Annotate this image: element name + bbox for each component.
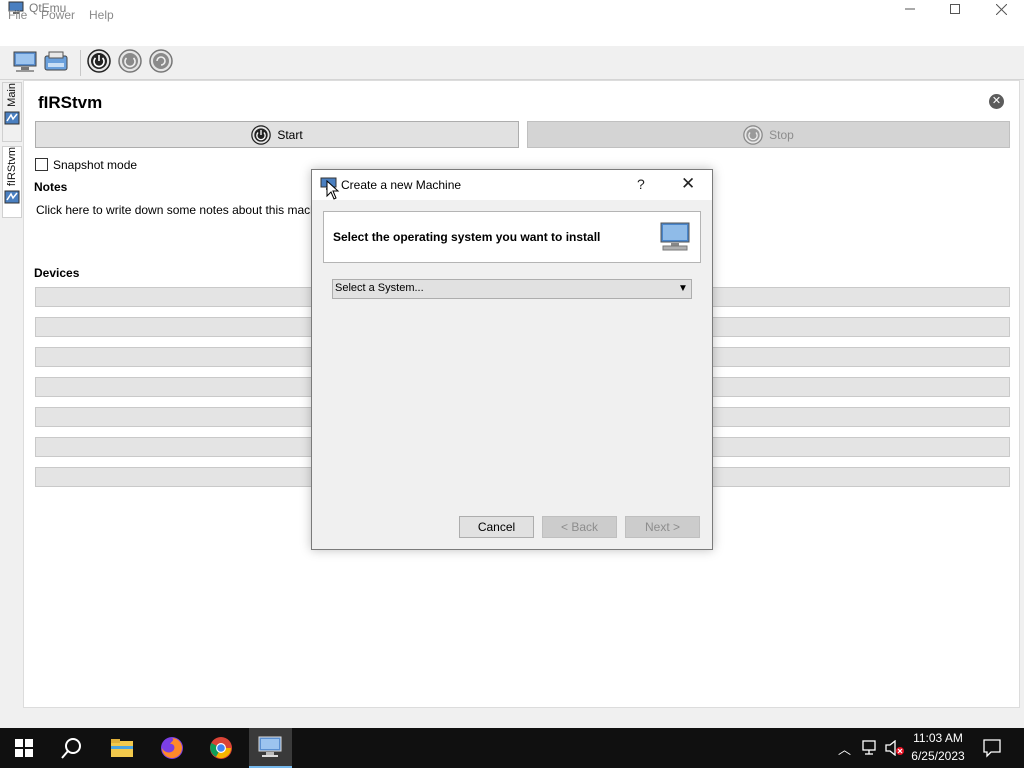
close-vm-tab-button[interactable]: ✕ <box>989 94 1004 109</box>
menu-power[interactable]: Power <box>41 8 75 22</box>
menu-bar <box>0 18 1024 46</box>
taskbar-clock-date[interactable]: 6/25/2023 <box>905 749 971 763</box>
dialog-title: Create a new Machine <box>341 178 462 192</box>
maximize-icon <box>950 4 960 14</box>
vm-tab-icon <box>4 190 20 204</box>
chrome-icon <box>210 737 232 759</box>
shutdown-icon <box>118 49 142 73</box>
notes-field[interactable]: Click here to write down some notes abou… <box>36 203 336 217</box>
qtemu-taskbar-icon <box>258 736 282 757</box>
chevron-down-icon: ▼ <box>678 283 688 294</box>
start-label: Start <box>277 127 303 142</box>
shutdown-icon <box>743 124 763 145</box>
dialog-close-button[interactable]: ✕ <box>681 174 695 194</box>
new-machine-icon <box>13 51 37 72</box>
stop-button[interactable]: Stop <box>527 121 1010 148</box>
menu-help[interactable]: Help <box>89 8 114 22</box>
dialog-help-button[interactable]: ? <box>637 176 645 192</box>
reset-button[interactable] <box>147 47 175 75</box>
computer-icon <box>660 222 690 251</box>
firefox-button[interactable] <box>158 734 186 762</box>
power-on-button[interactable] <box>85 47 113 75</box>
close-circle-icon: ✕ <box>991 95 1002 107</box>
new-machine-button[interactable] <box>11 48 39 76</box>
snapshot-mode-checkbox[interactable] <box>35 158 48 171</box>
shutdown-button[interactable] <box>116 47 144 75</box>
notes-heading: Notes <box>34 180 68 194</box>
firefox-icon <box>161 737 183 759</box>
taskbar-clock-time[interactable]: 11:03 AM <box>905 731 971 745</box>
title-bar <box>0 0 1024 18</box>
search-button[interactable] <box>58 734 86 762</box>
chrome-button[interactable] <box>207 734 235 762</box>
volume-muted-icon[interactable] <box>885 740 905 756</box>
open-machine-button[interactable] <box>42 48 70 76</box>
search-icon <box>61 738 81 759</box>
minimize-button[interactable] <box>887 0 933 18</box>
file-explorer-icon <box>111 739 133 757</box>
tab-main[interactable]: Main <box>2 82 22 142</box>
file-explorer-button[interactable] <box>108 734 136 762</box>
vm-name-heading: fIRStvm <box>38 93 103 112</box>
mouse-cursor-icon <box>326 180 340 200</box>
network-icon[interactable] <box>862 740 880 756</box>
cancel-button[interactable]: Cancel <box>459 516 534 538</box>
main-tab-icon <box>4 111 20 125</box>
dialog-header-text: Select the operating system you want to … <box>333 230 601 244</box>
close-window-button[interactable] <box>978 0 1024 18</box>
devices-heading: Devices <box>34 266 80 280</box>
os-select-value: Select a System... <box>335 282 424 294</box>
tray-overflow-chevron-icon[interactable]: ︿ <box>838 739 851 758</box>
open-machine-icon <box>44 51 68 71</box>
tab-firstvm[interactable]: fIRStvm <box>2 146 22 218</box>
back-button[interactable]: < Back <box>542 516 617 538</box>
windows-start-icon <box>15 739 33 757</box>
tab-main-label: Main <box>6 83 18 107</box>
notifications-icon[interactable] <box>982 738 1002 758</box>
minimize-icon <box>905 8 915 10</box>
power-on-icon <box>251 124 272 145</box>
snapshot-mode-label: Snapshot mode <box>53 158 138 172</box>
stop-label: Stop <box>769 127 794 142</box>
start-button-taskbar[interactable] <box>10 734 38 762</box>
tab-firstvm-label: fIRStvm <box>6 147 18 187</box>
menu-file[interactable]: File <box>8 8 27 22</box>
power-on-icon <box>87 49 111 73</box>
next-button[interactable]: Next > <box>625 516 700 538</box>
toolbar-separator <box>80 50 81 76</box>
start-button[interactable]: Start <box>35 121 519 148</box>
qtemu-taskbar-button[interactable] <box>249 728 292 768</box>
maximize-button[interactable] <box>932 0 978 18</box>
reset-icon <box>149 49 173 73</box>
close-icon <box>995 3 1007 15</box>
